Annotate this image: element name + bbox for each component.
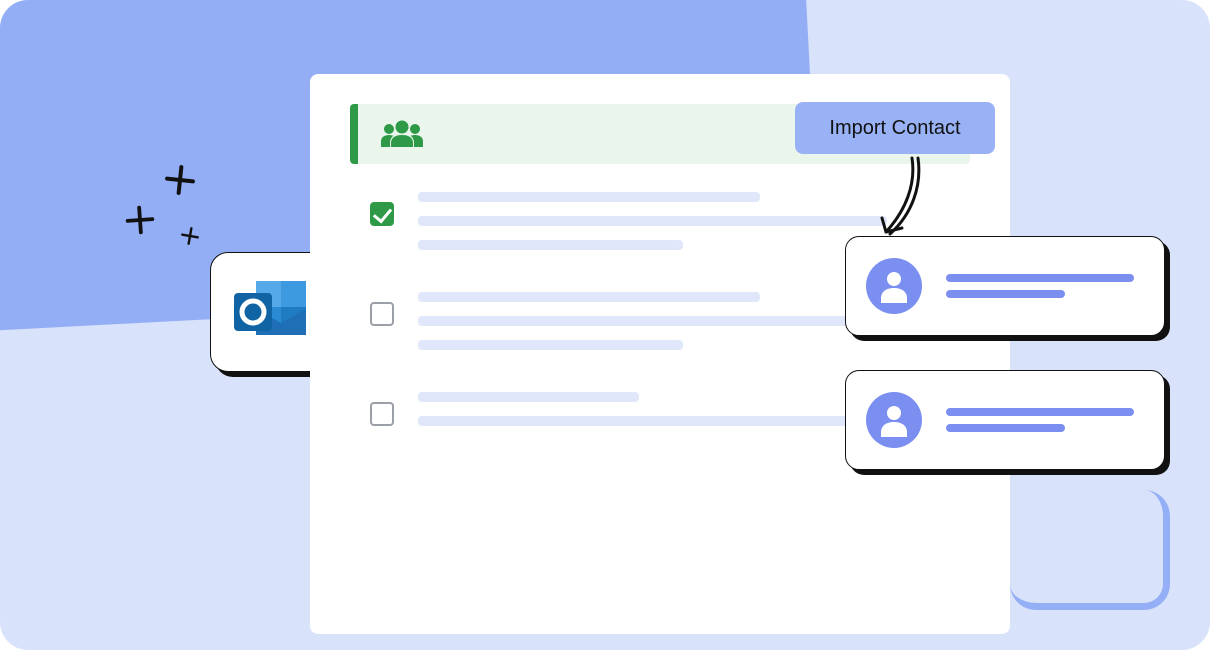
- contact-card: [845, 236, 1165, 336]
- sparkle-icon: [125, 165, 225, 265]
- placeholder-lines: [946, 400, 1144, 440]
- import-contact-label: Import Contact: [829, 117, 960, 140]
- row-checkbox[interactable]: [370, 202, 394, 226]
- arrow-icon: [872, 154, 932, 244]
- illustration-canvas: Import Contact: [0, 0, 1210, 650]
- avatar-icon: [866, 392, 922, 448]
- row-checkbox[interactable]: [370, 402, 394, 426]
- background-shape-corner: [1010, 490, 1170, 610]
- placeholder-lines: [946, 266, 1144, 306]
- outlook-icon: [230, 275, 310, 349]
- people-icon: [380, 119, 424, 149]
- import-contact-button[interactable]: Import Contact: [795, 102, 995, 154]
- row-checkbox[interactable]: [370, 302, 394, 326]
- avatar-icon: [866, 258, 922, 314]
- contact-card: [845, 370, 1165, 470]
